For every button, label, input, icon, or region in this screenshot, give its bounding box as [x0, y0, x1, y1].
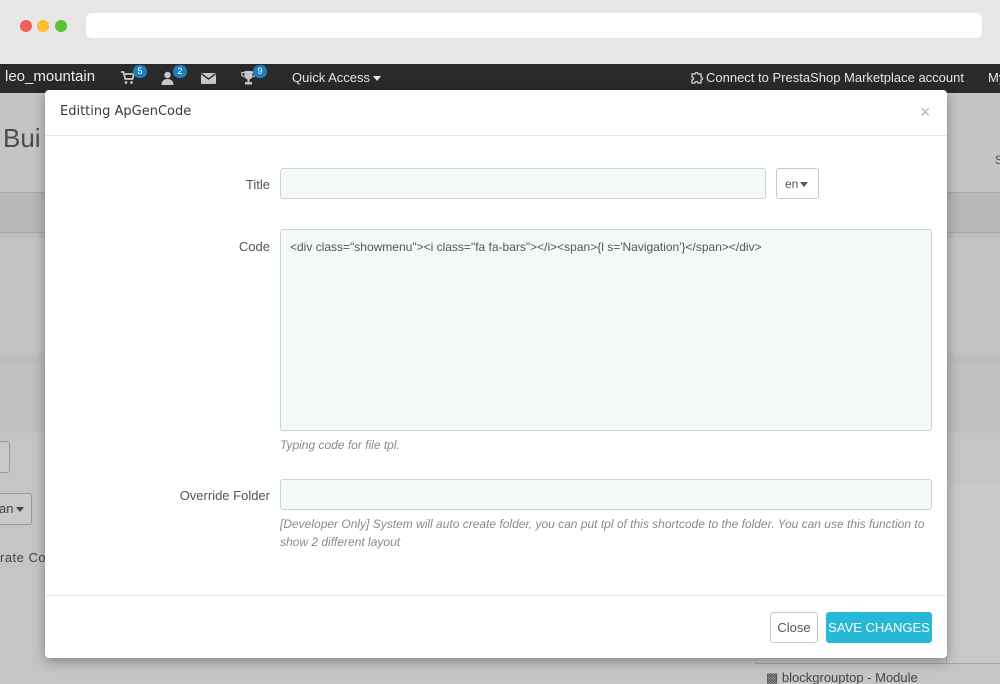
language-label: en [785, 177, 799, 191]
shop-name-link[interactable]: leo_mountain [5, 68, 95, 85]
background-page-title: Bui [3, 123, 41, 153]
title-input[interactable] [280, 168, 766, 199]
background-dropdown-button [0, 441, 10, 473]
edit-apgencode-modal: Editting ApGenCode × Title en Code <div … [45, 90, 947, 658]
admin-topbar: leo_mountain 5 2 9 Quick Access Connect … [0, 64, 1000, 93]
background-side-panel [946, 483, 1000, 663]
override-folder-input[interactable] [280, 479, 932, 510]
background-side-text: S [995, 153, 1000, 167]
close-icon[interactable]: × [920, 102, 931, 123]
modal-footer: Close SAVE CHANGES [45, 595, 947, 658]
chevron-down-icon [373, 76, 382, 82]
window-minimize-dot[interactable] [37, 20, 49, 32]
modal-header: Editting ApGenCode × [45, 90, 947, 136]
messages-notification[interactable] [201, 71, 217, 87]
quick-access-label: Quick Access [292, 70, 371, 85]
connect-marketplace-label: Connect to PrestaShop Marketplace accoun… [706, 70, 964, 85]
customers-notification[interactable]: 2 [161, 65, 187, 87]
chevron-down-icon [800, 182, 809, 188]
close-button[interactable]: Close [770, 612, 818, 643]
title-label: Title [245, 177, 270, 192]
module-icon: ▩ [766, 670, 782, 684]
code-textarea[interactable]: <div class="showmenu"><i class="fa fa-ba… [280, 229, 932, 431]
code-help-text: Typing code for file tpl. [280, 438, 400, 452]
window-maximize-dot[interactable] [55, 20, 67, 32]
modal-title: Editting ApGenCode [60, 104, 192, 119]
user-icon [161, 71, 174, 85]
override-folder-label: Override Folder [179, 488, 270, 503]
address-bar[interactable] [86, 13, 982, 38]
background-select-label: an [0, 501, 14, 516]
code-label: Code [238, 239, 270, 254]
chevron-down-icon [16, 507, 25, 513]
orders-notification[interactable]: 5 [121, 65, 147, 87]
background-text-fragment: rate Co [0, 550, 47, 565]
my-account-link[interactable]: My [988, 70, 1000, 85]
orders-badge: 5 [133, 65, 147, 78]
save-changes-button[interactable]: SAVE CHANGES [826, 612, 932, 643]
quick-access-dropdown[interactable]: Quick Access [292, 70, 382, 85]
language-dropdown[interactable]: en [776, 168, 819, 199]
background-module-label: blockgrouptop - Module [781, 670, 918, 684]
connect-marketplace-link[interactable]: Connect to PrestaShop Marketplace accoun… [690, 70, 964, 85]
achievements-badge: 9 [253, 65, 267, 78]
puzzle-icon [691, 71, 704, 84]
window-close-dot[interactable] [20, 20, 32, 32]
override-folder-help-text: [Developer Only] System will auto create… [280, 517, 925, 549]
browser-chrome [0, 0, 1000, 64]
background-select: an [0, 493, 32, 525]
envelope-icon [201, 73, 216, 84]
background-module-row: ▩ blockgrouptop - Module [754, 663, 1000, 684]
achievements-notification[interactable]: 9 [241, 65, 267, 87]
customers-badge: 2 [173, 65, 187, 78]
